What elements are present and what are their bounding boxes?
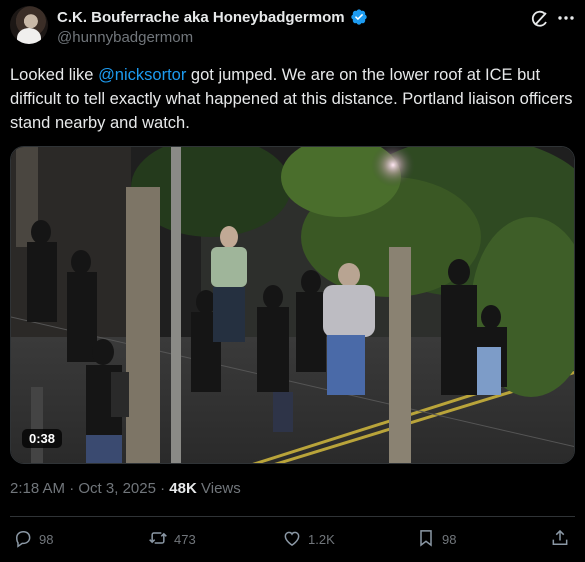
more-icon[interactable] xyxy=(556,8,576,28)
tweet-time[interactable]: 2:18 AM xyxy=(10,480,65,497)
bookmark-button[interactable]: 98 xyxy=(416,528,456,551)
reply-icon xyxy=(13,528,33,551)
like-count: 1.2K xyxy=(308,532,335,547)
tweet-meta: 2:18 AM · Oct 3, 2025 · 48K Views xyxy=(10,480,241,497)
divider xyxy=(10,516,575,517)
share-button[interactable] xyxy=(550,528,570,551)
action-bar: 98 473 1.2K 98 xyxy=(0,528,585,554)
tweet-date[interactable]: Oct 3, 2025 xyxy=(78,480,156,497)
avatar[interactable] xyxy=(10,6,48,44)
tweet-text: Looked like @nicksortor got jumped. We a… xyxy=(10,63,578,135)
repost-count: 473 xyxy=(174,532,196,547)
like-button[interactable]: 1.2K xyxy=(282,528,335,551)
repost-button[interactable]: 473 xyxy=(148,528,196,551)
like-icon xyxy=(282,528,302,551)
video-duration-badge: 0:38 xyxy=(22,429,63,448)
views-count: 48K xyxy=(169,480,197,497)
meta-separator: · xyxy=(160,480,166,497)
tweet-header: C.K. Bouferrache aka Honeybadgermom @hun… xyxy=(0,0,585,60)
mention-link[interactable]: @nicksortor xyxy=(98,66,186,84)
reply-count: 98 xyxy=(39,532,54,547)
author-display-name[interactable]: C.K. Bouferrache aka Honeybadgermom xyxy=(57,9,345,26)
video-player[interactable] xyxy=(10,146,575,464)
reply-button[interactable]: 98 xyxy=(13,528,53,551)
meta-separator: · xyxy=(69,480,75,497)
views-label: Views xyxy=(201,480,241,497)
bookmark-count: 98 xyxy=(442,532,457,547)
author-name-row: C.K. Bouferrache aka Honeybadgermom xyxy=(57,8,368,26)
video-frame xyxy=(11,147,574,463)
share-icon xyxy=(550,528,570,551)
grok-icon[interactable] xyxy=(530,9,550,29)
verified-badge-icon[interactable] xyxy=(350,8,368,26)
repost-icon xyxy=(148,528,168,551)
author-handle[interactable]: @hunnybadgermom xyxy=(57,29,193,46)
tweet-text-before: Looked like xyxy=(10,66,99,84)
bookmark-icon xyxy=(416,528,436,551)
